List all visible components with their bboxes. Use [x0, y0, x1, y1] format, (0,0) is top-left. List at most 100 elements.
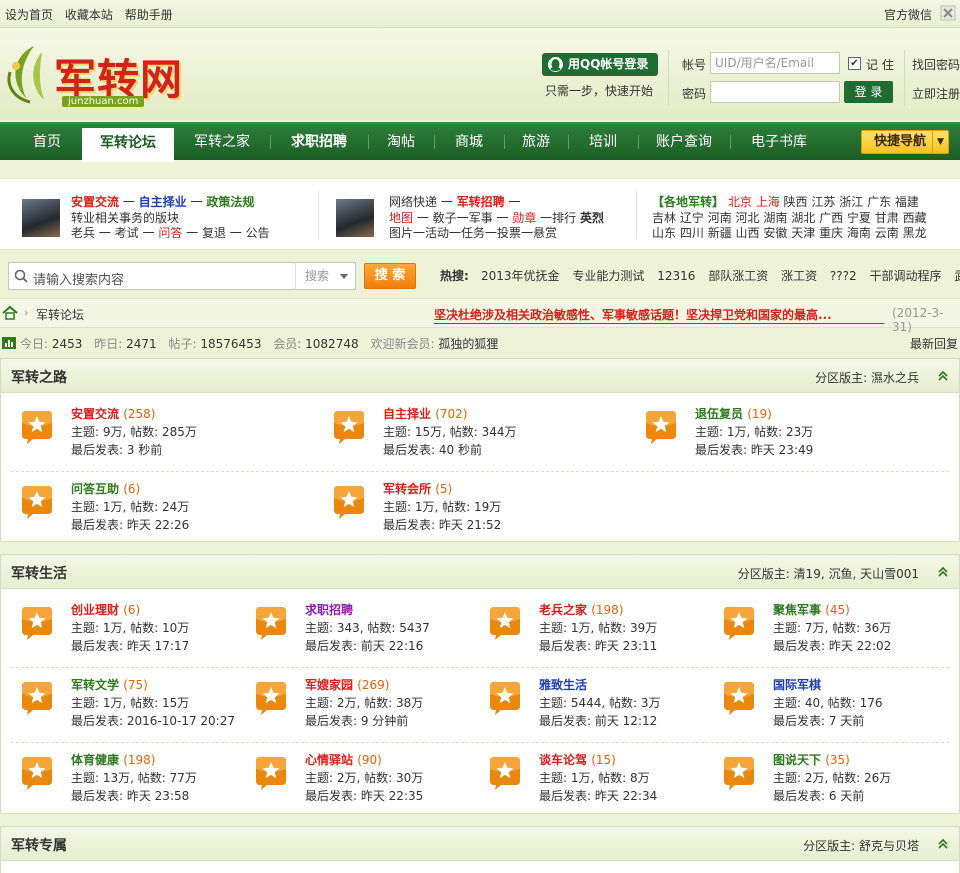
forum-last-post[interactable]: 最后发表: 9 分钟前	[305, 712, 408, 729]
forum-item[interactable]: 自主择业 (702) 主题: 15万, 帖数: 344万 最后发表: 40 秒前	[331, 405, 633, 465]
forum-star-icon[interactable]	[253, 680, 289, 716]
region-link[interactable]: 新疆	[708, 226, 732, 240]
region-link[interactable]: 吉林	[652, 211, 676, 225]
link-rank[interactable]: 一排行	[540, 211, 576, 225]
forum-star-icon[interactable]	[487, 755, 523, 791]
forum-name[interactable]: 老兵之家 (198)	[539, 601, 623, 618]
link-exam[interactable]: 考试	[115, 226, 139, 240]
hot-search-item[interactable]: 专业能力测试	[572, 269, 644, 283]
link-teach[interactable]: 敎子一军事	[433, 211, 493, 225]
region-link[interactable]: 天津	[791, 226, 815, 240]
forum-last-post[interactable]: 最后发表: 前天 12:12	[539, 712, 657, 729]
region-link[interactable]: 云南	[875, 226, 899, 240]
region-link[interactable]: 甘肃	[875, 211, 899, 225]
region-link[interactable]: 河北	[736, 211, 760, 225]
forum-star-icon[interactable]	[721, 680, 757, 716]
forum-name[interactable]: 体育健康 (198)	[71, 751, 155, 768]
forum-last-post[interactable]: 最后发表: 昨天 23:58	[71, 787, 189, 804]
hot-search-item[interactable]: 涨工资	[781, 269, 817, 283]
forum-star-icon[interactable]	[331, 484, 367, 520]
hot-search-item[interactable]: ???2	[830, 269, 857, 283]
link-veteran[interactable]: 老兵	[71, 226, 95, 240]
forum-star-icon[interactable]	[721, 605, 757, 641]
nav-junzhuan-home[interactable]: 军转之家	[180, 124, 264, 160]
section-title[interactable]: 军转生活	[11, 563, 67, 583]
forum-title[interactable]: 图说天下	[773, 753, 821, 767]
forum-item[interactable]: 老兵之家 (198) 主题: 1万, 帖数: 39万 最后发表: 昨天 23:11	[487, 601, 711, 661]
search-button[interactable]: 搜 索	[364, 263, 416, 289]
region-link[interactable]: 山东	[652, 226, 676, 240]
region-link[interactable]: 湖南	[763, 211, 787, 225]
wechat-link[interactable]: 官方微信	[884, 6, 932, 23]
forum-item[interactable]: 图说天下 (35) 主题: 2万, 帖数: 26万 最后发表: 6 天前	[721, 751, 945, 811]
region-link[interactable]: 陕西	[784, 195, 808, 209]
forum-title[interactable]: 求职招聘	[305, 603, 353, 617]
forum-name[interactable]: 军转文学 (75)	[71, 676, 148, 693]
region-shanghai[interactable]: 上海	[756, 195, 780, 209]
forum-star-icon[interactable]	[19, 409, 55, 445]
forum-last-post[interactable]: 最后发表: 40 秒前	[383, 441, 482, 458]
forum-name[interactable]: 聚焦军事 (45)	[773, 601, 850, 618]
forum-last-post[interactable]: 最后发表: 昨天 22:26	[71, 516, 189, 533]
forum-item[interactable]: 军嫂家园 (269) 主题: 2万, 帖数: 38万 最后发表: 9 分钟前	[253, 676, 477, 736]
forum-item[interactable]: 心情驿站 (90) 主题: 2万, 帖数: 30万 最后发表: 昨天 22:35	[253, 751, 477, 811]
link-hero[interactable]: 英烈	[580, 211, 604, 225]
section-title[interactable]: 军转专属	[11, 835, 67, 855]
link-policy[interactable]: 政策法规	[206, 195, 254, 209]
region-link[interactable]: 四川	[680, 226, 704, 240]
forum-last-post[interactable]: 最后发表: 6 天前	[773, 787, 864, 804]
forum-item[interactable]: 体育健康 (198) 主题: 13万, 帖数: 77万 最后发表: 昨天 23:58	[19, 751, 243, 811]
forum-name[interactable]: 求职招聘	[305, 601, 353, 618]
search-type-select[interactable]: 搜索	[295, 263, 355, 289]
search-box[interactable]: 请输入搜索内容 搜索	[8, 262, 356, 290]
forum-item[interactable]: 谈车论驾 (15) 主题: 1万, 帖数: 8万 最后发表: 昨天 22:34	[487, 751, 711, 811]
forum-last-post[interactable]: 最后发表: 2016-10-17 20:27	[71, 712, 235, 729]
forum-item[interactable]: 退伍复员 (19) 主题: 1万, 帖数: 23万 最后发表: 昨天 23:49	[643, 405, 945, 465]
forum-name[interactable]: 问答互助 (6)	[71, 480, 140, 497]
forum-last-post[interactable]: 最后发表: 昨天 23:49	[695, 441, 813, 458]
nav-taotie[interactable]: 淘帖	[374, 124, 428, 160]
nav-mall[interactable]: 商城	[440, 124, 498, 160]
hot-search-item[interactable]: 武警	[954, 269, 960, 283]
latest-replies-link[interactable]: 最新回复	[910, 335, 958, 352]
forum-name[interactable]: 军嫂家园 (269)	[305, 676, 389, 693]
forum-name[interactable]: 创业理财 (6)	[71, 601, 140, 618]
forum-title[interactable]: 聚焦军事	[773, 603, 821, 617]
link-notice[interactable]: 公告	[246, 226, 270, 240]
forum-last-post[interactable]: 最后发表: 昨天 22:35	[305, 787, 423, 804]
close-icon[interactable]	[940, 5, 956, 21]
forum-item[interactable]: 军转会所 (5) 主题: 1万, 帖数: 19万 最后发表: 昨天 21:52	[331, 480, 633, 540]
forum-last-post[interactable]: 最后发表: 3 秒前	[71, 441, 162, 458]
forum-last-post[interactable]: 最后发表: 昨天 23:11	[539, 637, 657, 654]
forum-item[interactable]: 国际军棋 主题: 40, 帖数: 176 最后发表: 7 天前	[721, 676, 945, 736]
home-icon[interactable]	[2, 305, 18, 321]
forum-star-icon[interactable]	[19, 605, 55, 641]
forum-title[interactable]: 军嫂家园	[305, 678, 353, 692]
link-zizhu[interactable]: 自主择业	[139, 195, 187, 209]
info-row[interactable]: 图片一活动一任务一投票一悬赏	[389, 224, 557, 241]
forum-last-post[interactable]: 最后发表: 昨天 17:17	[71, 637, 189, 654]
forum-item[interactable]: 雅致生活 主题: 5444, 帖数: 3万 最后发表: 前天 12:12	[487, 676, 711, 736]
forum-last-post[interactable]: 最后发表: 前天 22:16	[305, 637, 423, 654]
region-link[interactable]: 黑龙	[903, 226, 927, 240]
region-link[interactable]: 福建	[895, 195, 919, 209]
forum-name[interactable]: 心情驿站 (90)	[305, 751, 382, 768]
link-futui[interactable]: 复退	[202, 226, 226, 240]
forgot-password-link[interactable]: 找回密码	[912, 56, 960, 73]
region-link[interactable]: 重庆	[819, 226, 843, 240]
hot-search-item[interactable]: 部队涨工资	[708, 269, 768, 283]
region-link[interactable]: 湖北	[791, 211, 815, 225]
region-link[interactable]: 安徽	[763, 226, 787, 240]
region-link[interactable]: 西藏	[903, 211, 927, 225]
forum-item[interactable]: 求职招聘 主题: 343, 帖数: 5437 最后发表: 前天 22:16	[253, 601, 477, 661]
forum-name[interactable]: 雅致生活	[539, 676, 587, 693]
forum-star-icon[interactable]	[487, 680, 523, 716]
region-link[interactable]: 广西	[819, 211, 843, 225]
forum-name[interactable]: 谈车论驾 (15)	[539, 751, 616, 768]
region-link[interactable]: 江苏	[811, 195, 835, 209]
nav-jobs[interactable]: 求职招聘	[276, 124, 362, 160]
forum-name[interactable]: 图说天下 (35)	[773, 751, 850, 768]
forum-title[interactable]: 问答互助	[71, 482, 119, 496]
nav-account-query[interactable]: 账户查询	[644, 124, 724, 160]
collapse-icon[interactable]	[937, 566, 949, 578]
